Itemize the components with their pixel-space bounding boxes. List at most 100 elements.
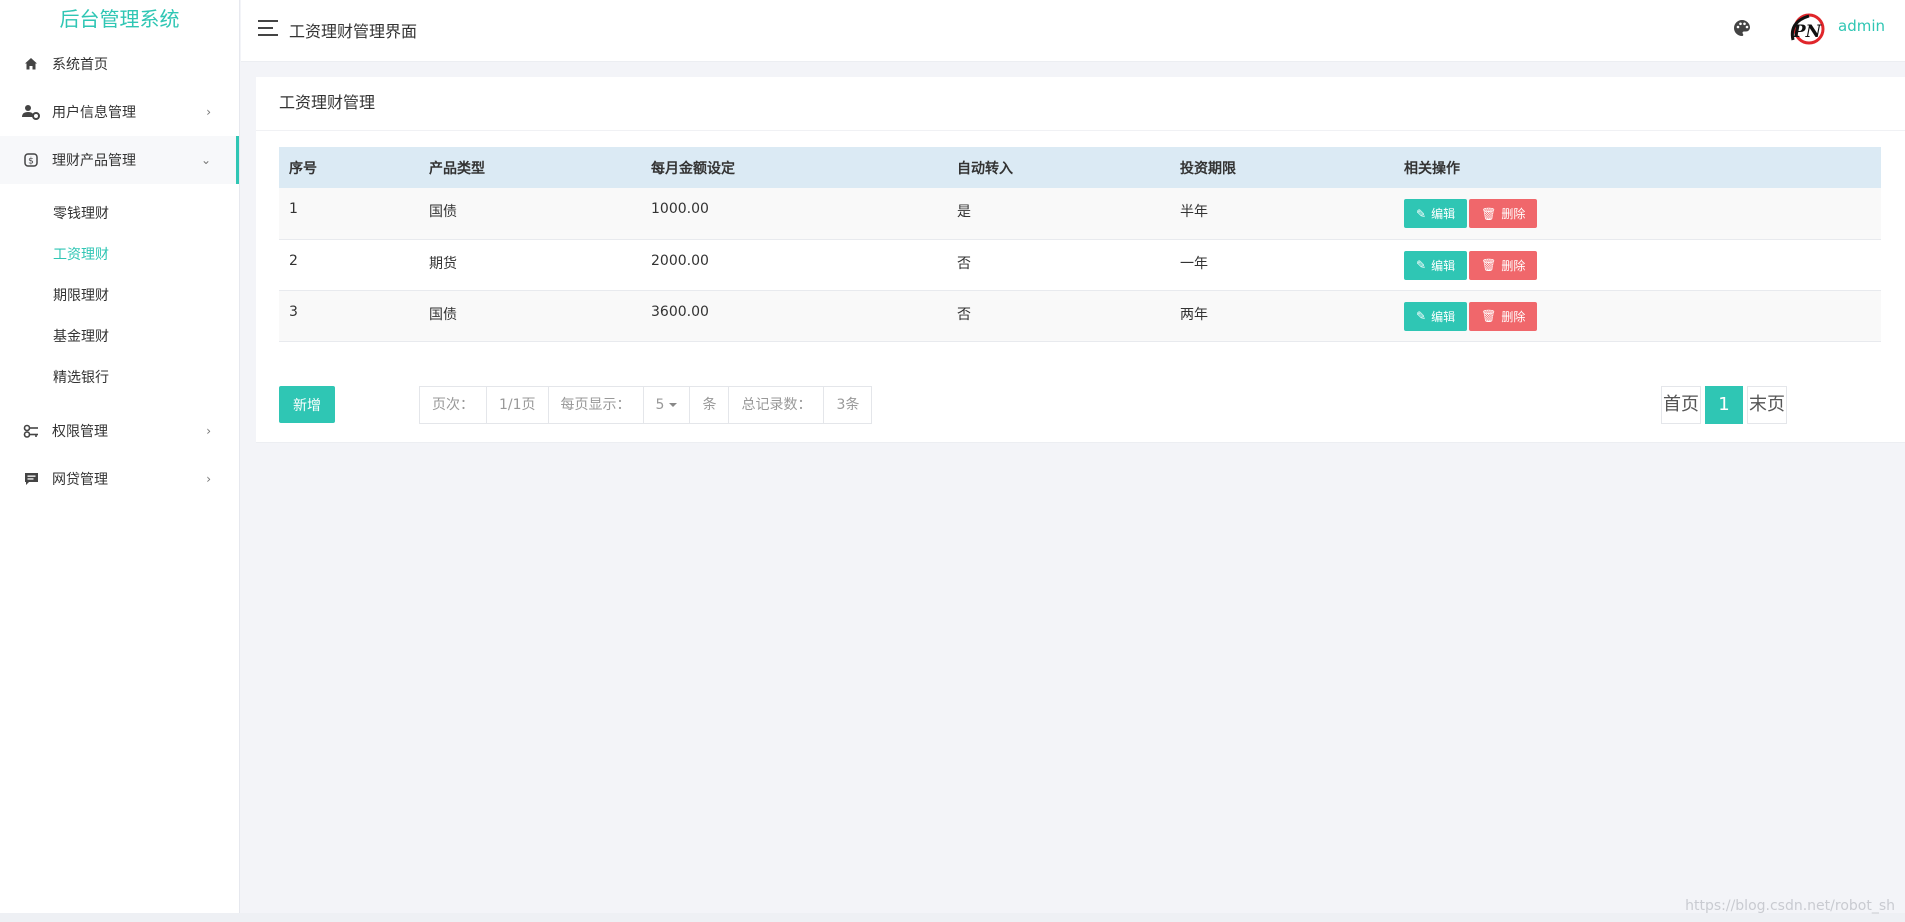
palette-icon[interactable] <box>1733 19 1751 37</box>
delete-button[interactable]: 🗑 删除 <box>1469 301 1538 331</box>
table-row: 1 国债 1000.00 是 半年 ✎ 编辑 🗑 删除 <box>279 188 1881 239</box>
sidebar-item-permissions[interactable]: 权限管理 › <box>0 407 239 455</box>
cell-type: 国债 <box>429 204 457 220</box>
delete-button[interactable]: 🗑 删除 <box>1469 250 1538 280</box>
per-page-select[interactable]: 5 <box>644 387 691 423</box>
cell-term: 两年 <box>1180 306 1208 323</box>
cell-term: 一年 <box>1180 255 1208 272</box>
user-settings-icon <box>22 103 40 121</box>
edit-label: 编辑 <box>1431 207 1456 221</box>
sidebar-item-online-loan[interactable]: 网贷管理 › <box>0 455 239 503</box>
pagination: 首页 1 末页 <box>1661 386 1791 424</box>
table-header-row: 序号 产品类型 每月金额设定 自动转入 投资期限 相关操作 <box>279 147 1881 188</box>
cell-auto: 否 <box>957 306 971 323</box>
cell-auto: 是 <box>957 204 971 220</box>
content-card: 工资理财管理 序号 产品类型 每月金额设定 自动转入 投资期限 相关操作 1 国… <box>256 77 1905 443</box>
first-page-button[interactable]: 首页 <box>1661 386 1701 424</box>
per-page-value: 5 <box>655 397 665 413</box>
edit-label: 编辑 <box>1431 309 1456 324</box>
pencil-icon: ✎ <box>1416 258 1427 272</box>
submenu-item-salary-finance[interactable]: 工资理财 <box>0 235 239 276</box>
sidebar-item-label: 网贷管理 <box>52 472 108 488</box>
cell-term: 半年 <box>1180 204 1208 220</box>
delete-label: 删除 <box>1501 309 1526 324</box>
brand-title: 后台管理系统 <box>59 7 180 31</box>
table-row: 2 期货 2000.00 否 一年 ✎ 编辑 🗑 删除 <box>279 239 1881 290</box>
menu-toggle-icon[interactable] <box>258 20 278 36</box>
edit-button[interactable]: ✎ 编辑 <box>1404 301 1468 331</box>
cell-amount: 2000.00 <box>651 252 709 269</box>
cell-amount: 3600.00 <box>651 303 709 320</box>
trash-icon: 🗑 <box>1481 258 1497 272</box>
chevron-right-icon: › <box>206 472 211 486</box>
cell-actions: ✎ 编辑 🗑 删除 <box>1394 239 1881 290</box>
sidebar: 后台管理系统 系统首页 用户信息管理 › $ 理财产品管理 ⌄ 零钱理财 工资理… <box>0 0 240 913</box>
sidebar-item-label: 系统首页 <box>52 57 108 73</box>
submenu-item-fund-finance[interactable]: 基金理财 <box>0 317 239 358</box>
cell-amount: 1000.00 <box>651 201 709 217</box>
cell-id: 2 <box>289 252 298 269</box>
key-icon <box>22 422 40 440</box>
submenu-products: 零钱理财 工资理财 期限理财 基金理财 精选银行 <box>0 184 239 407</box>
page-1-button[interactable]: 1 <box>1705 386 1743 424</box>
sidebar-item-home[interactable]: 系统首页 <box>0 40 239 88</box>
column-header-auto: 自动转入 <box>957 160 1013 177</box>
sidebar-item-product-management[interactable]: $ 理财产品管理 ⌄ <box>0 136 239 184</box>
add-button[interactable]: 新增 <box>279 386 335 423</box>
per-page-label: 每页显示： <box>549 387 644 423</box>
cell-id: 3 <box>289 303 298 320</box>
cell-actions: ✎ 编辑 🗑 删除 <box>1394 188 1881 239</box>
page-value: 1/1页 <box>487 387 549 423</box>
submenu-item-term-finance[interactable]: 期限理财 <box>0 276 239 317</box>
table-row: 3 国债 3600.00 否 两年 ✎ 编辑 🗑 删除 <box>279 290 1881 341</box>
home-icon <box>22 55 40 73</box>
sidebar-item-label: 权限管理 <box>52 424 108 440</box>
cell-id: 1 <box>289 201 298 217</box>
finance-table: 序号 产品类型 每月金额设定 自动转入 投资期限 相关操作 1 国债 1000.… <box>279 147 1881 342</box>
chevron-down-icon: ⌄ <box>200 153 211 167</box>
bottom-strip <box>0 913 1905 922</box>
chevron-right-icon: › <box>206 105 211 119</box>
delete-button[interactable]: 🗑 删除 <box>1469 199 1538 228</box>
column-header-type: 产品类型 <box>429 160 485 177</box>
username[interactable]: admin <box>1838 17 1885 35</box>
column-header-id: 序号 <box>289 160 317 177</box>
sidebar-item-label: 用户信息管理 <box>52 105 136 121</box>
total-value: 3条 <box>836 397 860 413</box>
chevron-right-icon: › <box>206 424 211 438</box>
last-page-button[interactable]: 末页 <box>1747 386 1787 424</box>
top-header: 工资理财管理界面 PN admin <box>241 0 1905 62</box>
watermark: https://blog.csdn.net/robot_sh <box>1685 898 1895 914</box>
per-page-unit: 条 <box>690 387 730 423</box>
total-label: 总记录数： <box>729 387 825 423</box>
pager-info: 页次： 1/1页 每页显示： 5 条 总记录数： 3条 <box>419 386 873 424</box>
sidebar-item-label: 理财产品管理 <box>52 153 136 169</box>
page-label: 页次： <box>420 387 487 423</box>
cell-type: 国债 <box>429 306 457 323</box>
trash-icon: 🗑 <box>1481 309 1497 323</box>
column-header-term: 投资期限 <box>1180 160 1236 177</box>
message-icon <box>22 470 40 488</box>
edit-button[interactable]: ✎ 编辑 <box>1404 250 1468 280</box>
money-icon: $ <box>22 151 40 169</box>
svg-text:$: $ <box>28 157 34 167</box>
avatar[interactable]: PN <box>1785 10 1827 52</box>
submenu-item-selected-banks[interactable]: 精选银行 <box>0 358 239 399</box>
column-header-amount: 每月金额设定 <box>651 160 735 177</box>
pencil-icon: ✎ <box>1416 206 1427 221</box>
caret-down-icon <box>669 403 678 407</box>
trash-icon: 🗑 <box>1481 206 1497 221</box>
card-title: 工资理财管理 <box>256 77 1905 131</box>
pencil-icon: ✎ <box>1416 309 1427 323</box>
avatar-logo-text: PN <box>1792 22 1823 42</box>
column-header-actions: 相关操作 <box>1404 160 1460 177</box>
delete-label: 删除 <box>1501 258 1526 273</box>
sidebar-item-user-management[interactable]: 用户信息管理 › <box>0 88 239 136</box>
cell-actions: ✎ 编辑 🗑 删除 <box>1394 290 1881 341</box>
edit-button[interactable]: ✎ 编辑 <box>1404 199 1468 228</box>
delete-label: 删除 <box>1501 207 1526 221</box>
cell-auto: 否 <box>957 255 971 272</box>
edit-label: 编辑 <box>1431 258 1456 273</box>
submenu-item-change-finance[interactable]: 零钱理财 <box>0 194 239 235</box>
cell-type: 期货 <box>429 255 457 272</box>
